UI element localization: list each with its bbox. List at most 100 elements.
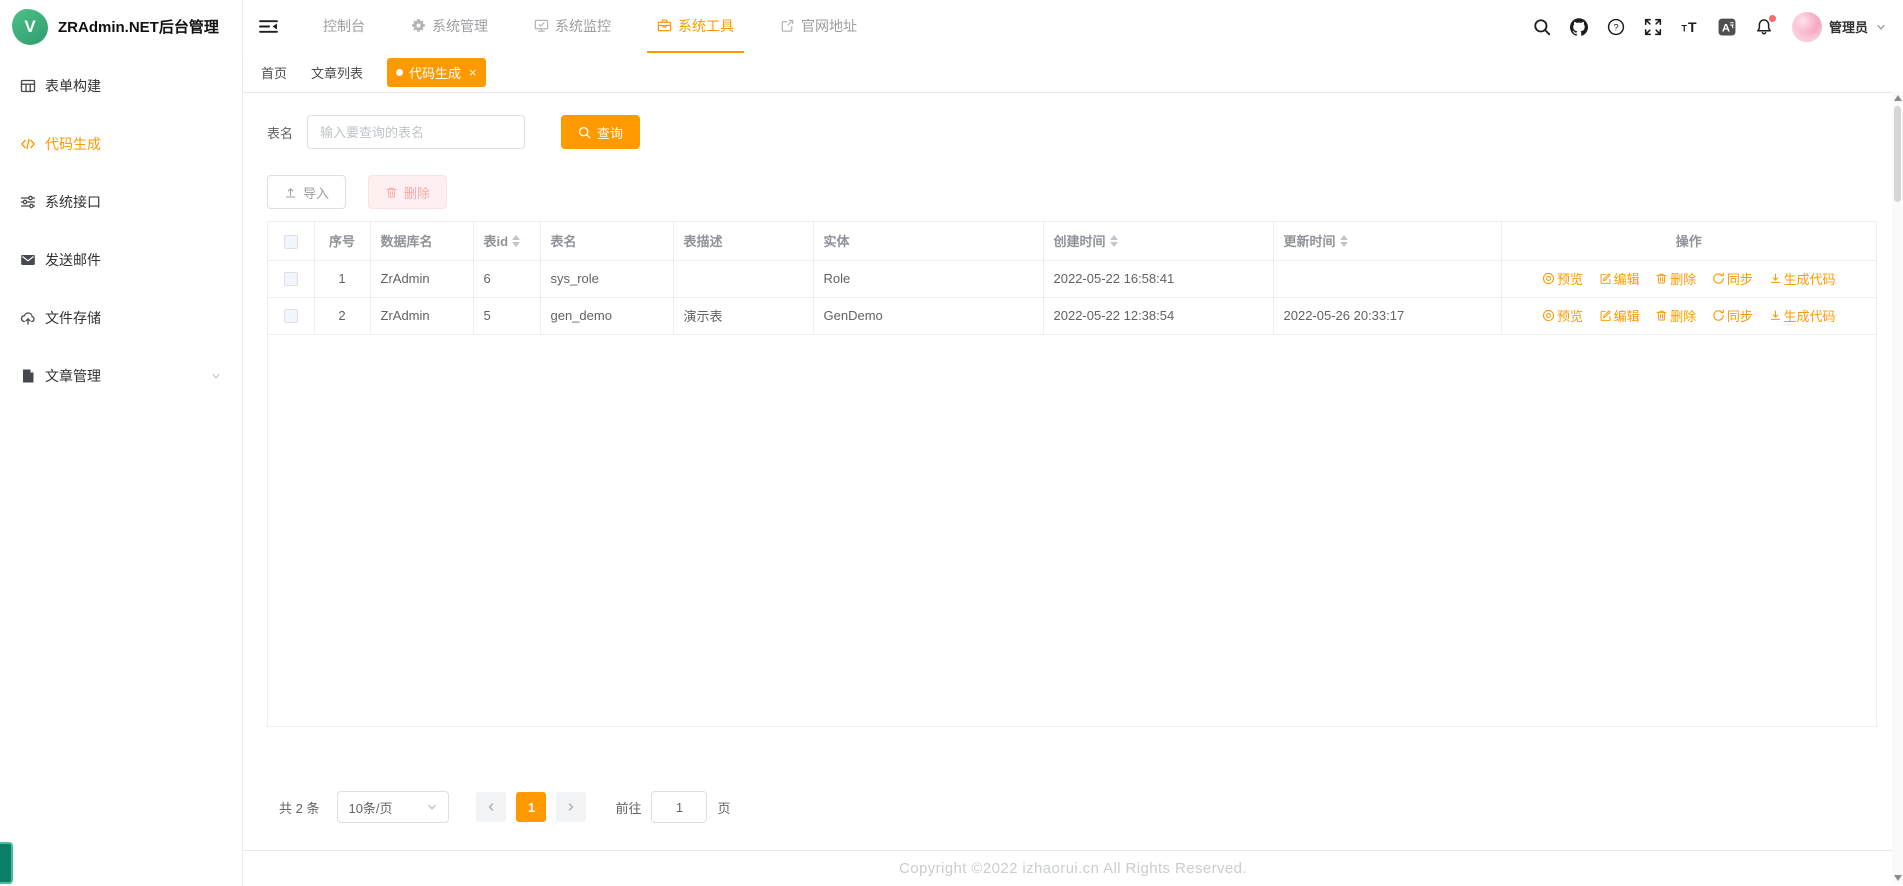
download-icon <box>1770 310 1780 320</box>
scroll-up-arrow-icon[interactable] <box>1893 95 1902 101</box>
generate-code-link[interactable]: 生成代码 <box>1769 306 1836 325</box>
sidebar-item-form-builder[interactable]: 表单构建 <box>0 57 242 115</box>
app-logo[interactable]: V ZRAdmin.NET后台管理 <box>0 0 242 53</box>
cell-index: 1 <box>314 260 371 298</box>
nav-item-system-monitor[interactable]: 系统监控 <box>524 0 621 53</box>
header-select-all[interactable] <box>268 222 315 261</box>
mail-icon <box>21 255 35 265</box>
github-icon[interactable] <box>1569 17 1588 36</box>
corner-widget[interactable] <box>0 842 13 884</box>
scroll-down-arrow-icon[interactable] <box>1893 875 1902 881</box>
search-button[interactable]: 查询 <box>561 115 641 149</box>
nav-item-system-mgmt[interactable]: 系统管理 <box>401 0 498 53</box>
sidebar-item-file-storage[interactable]: 文件存储 <box>0 289 242 347</box>
row-checkbox[interactable] <box>283 272 298 287</box>
goto-page-input[interactable] <box>651 791 708 823</box>
top-menu: 控制台 系统管理 系统监控 系统工具 官网地址 <box>300 0 880 53</box>
nav-item-label: 控制台 <box>323 17 365 34</box>
delete-link[interactable]: 删除 <box>1655 306 1696 325</box>
delete-button[interactable]: 删除 <box>368 175 448 209</box>
delete-button-label: 删除 <box>404 185 431 201</box>
fullscreen-icon[interactable] <box>1644 18 1662 36</box>
scrollbar[interactable] <box>1892 92 1903 884</box>
sidebar: V ZRAdmin.NET后台管理 表单构建 代码生成 系统接口 发送邮件 文件… <box>0 0 243 886</box>
nav-item-label: 系统监控 <box>555 17 611 34</box>
sidebar-item-article-mgmt[interactable]: 文章管理 <box>0 347 242 405</box>
page-content: 表名 查询 导入 删除 <box>243 93 1903 850</box>
header-created[interactable]: 创建时间 <box>1043 222 1274 261</box>
sidebar-collapse-icon[interactable] <box>259 18 278 35</box>
help-icon[interactable]: ? <box>1607 18 1625 36</box>
close-icon[interactable]: × <box>469 66 477 79</box>
header-updated[interactable]: 更新时间 <box>1273 222 1502 261</box>
top-navbar: 控制台 系统管理 系统监控 系统工具 官网地址 ? T T A 管理员 <box>243 0 1903 53</box>
sidebar-item-system-api[interactable]: 系统接口 <box>0 173 242 231</box>
footer: Copyright ©2022 izhaorui.cn All Rights R… <box>243 850 1903 886</box>
download-icon <box>1770 273 1780 283</box>
sidebar-item-send-mail[interactable]: 发送邮件 <box>0 231 242 289</box>
logo-letter: V <box>24 16 36 36</box>
pagination-total: 共 2 条 <box>279 800 320 816</box>
next-page-button[interactable] <box>556 792 587 822</box>
table-header-row: 序号 数据库名 表id 表名 表描述 实体 创建时间 更新时间 操作 <box>268 222 1876 261</box>
prev-page-button[interactable] <box>476 792 507 822</box>
user-menu[interactable]: 管理员 <box>1791 11 1887 42</box>
trash-icon <box>1656 310 1667 321</box>
nav-item-label: 官网地址 <box>801 17 857 34</box>
nav-item-label: 系统工具 <box>678 17 734 34</box>
tab-article-list[interactable]: 文章列表 <box>311 63 363 82</box>
cell-table-name: gen_demo <box>540 297 674 335</box>
sliders-icon <box>20 195 36 209</box>
cell-db-name: ZrAdmin <box>370 260 474 298</box>
sync-link[interactable]: 同步 <box>1712 306 1753 325</box>
search-button-label: 查询 <box>597 125 624 141</box>
scrollbar-thumb[interactable] <box>1894 106 1901 202</box>
document-icon <box>23 369 34 383</box>
sidebar-item-code-gen[interactable]: 代码生成 <box>0 115 242 173</box>
sync-link[interactable]: 同步 <box>1712 269 1753 288</box>
page-number-button[interactable]: 1 <box>516 792 547 822</box>
gen-table: 序号 数据库名 表id 表名 表描述 实体 创建时间 更新时间 操作 1 ZrA… <box>267 221 1877 727</box>
chevron-left-icon <box>489 803 494 811</box>
avatar <box>1791 11 1822 42</box>
edit-icon <box>1600 273 1611 284</box>
select-all-checkbox[interactable] <box>283 234 298 249</box>
sort-carets-icon[interactable] <box>512 234 521 247</box>
sort-carets-icon[interactable] <box>1109 234 1118 247</box>
nav-item-official-site[interactable]: 官网地址 <box>770 0 867 53</box>
monitor-icon <box>534 19 549 32</box>
delete-link[interactable]: 删除 <box>1655 269 1696 288</box>
header-index: 序号 <box>314 222 371 261</box>
cell-table-name: sys_role <box>540 260 674 298</box>
external-link-icon <box>781 19 794 32</box>
sidebar-item-label: 发送邮件 <box>45 252 101 268</box>
preview-link[interactable]: 预览 <box>1542 306 1583 325</box>
nav-item-console[interactable]: 控制台 <box>313 0 375 53</box>
preview-link[interactable]: 预览 <box>1542 269 1583 288</box>
header-table-id[interactable]: 表id <box>473 222 541 261</box>
cloud-upload-icon <box>20 312 35 325</box>
import-button[interactable]: 导入 <box>267 175 347 209</box>
text-size-icon[interactable]: TT <box>1681 18 1699 36</box>
nav-item-system-tools[interactable]: 系统工具 <box>647 0 744 53</box>
notifications-bell-icon[interactable] <box>1755 14 1776 36</box>
table-name-input[interactable] <box>307 115 526 149</box>
tab-home[interactable]: 首页 <box>261 63 287 82</box>
page-unit-label: 页 <box>717 800 731 816</box>
sidebar-item-label: 表单构建 <box>45 78 101 94</box>
pagination: 共 2 条 10条/页 1 前往 页 <box>267 791 1877 823</box>
chevron-down-icon <box>428 804 437 810</box>
language-icon[interactable]: A <box>1718 18 1736 36</box>
cell-table-desc: 演示表 <box>673 297 814 335</box>
tab-code-gen[interactable]: 代码生成 × <box>387 58 486 87</box>
sort-carets-icon[interactable] <box>1339 234 1348 247</box>
edit-link[interactable]: 编辑 <box>1599 306 1640 325</box>
nav-item-label: 系统管理 <box>432 17 488 34</box>
tab-label: 代码生成 <box>409 66 462 81</box>
generate-code-link[interactable]: 生成代码 <box>1769 269 1836 288</box>
search-icon[interactable] <box>1533 18 1551 36</box>
page-size-select[interactable]: 10条/页 <box>337 791 450 823</box>
row-checkbox[interactable] <box>283 309 298 324</box>
edit-link[interactable]: 编辑 <box>1599 269 1640 288</box>
table-name-label: 表名 <box>267 125 294 141</box>
